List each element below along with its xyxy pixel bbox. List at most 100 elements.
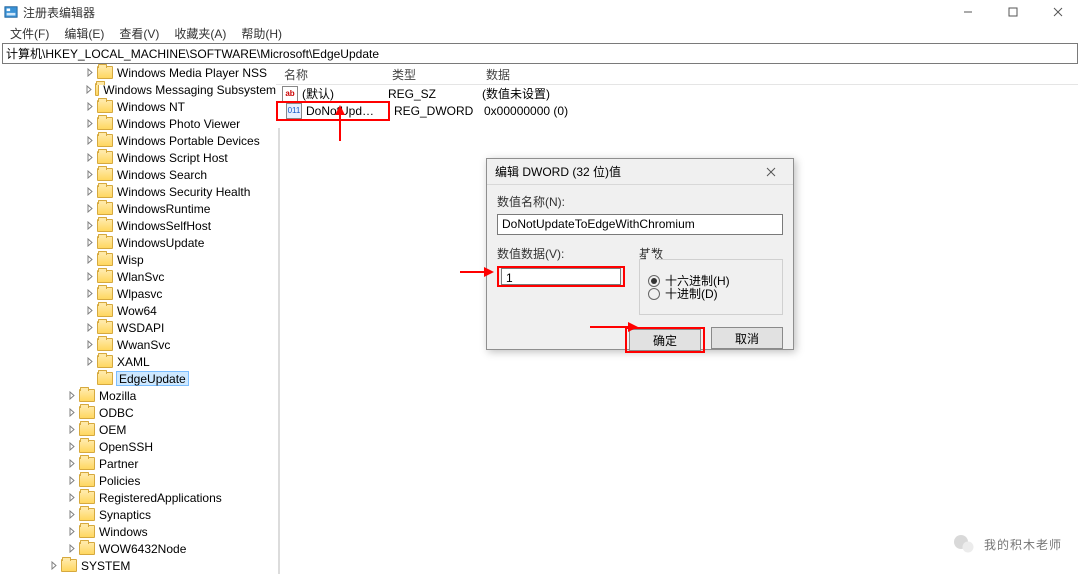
tree-item[interactable]: WwanSvc (2, 336, 276, 353)
tree-item[interactable]: WindowsRuntime (2, 200, 276, 217)
chevron-right-icon[interactable] (84, 203, 95, 214)
tree-item[interactable]: XAML (2, 353, 276, 370)
minimize-button[interactable] (945, 0, 990, 24)
tree-item[interactable]: Wlpasvc (2, 285, 276, 302)
chevron-right-icon[interactable] (66, 390, 77, 401)
tree-item[interactable]: Windows Script Host (2, 149, 276, 166)
tree-item[interactable]: Windows Security Health (2, 183, 276, 200)
value-data-input[interactable]: 1 (501, 268, 621, 285)
tree-item[interactable]: Windows Photo Viewer (2, 115, 276, 132)
chevron-right-icon[interactable] (84, 288, 95, 299)
chevron-right-icon[interactable] (66, 407, 77, 418)
tree-item[interactable]: Windows (2, 523, 276, 540)
tree-item[interactable]: WOW6432Node (2, 540, 276, 557)
tree-item[interactable]: WindowsSelfHost (2, 217, 276, 234)
tree-item[interactable]: Policies (2, 472, 276, 489)
chevron-right-icon[interactable] (84, 339, 95, 350)
tree-item[interactable]: SYSTEM (2, 557, 276, 574)
chevron-right-icon[interactable] (84, 67, 95, 78)
tree-item[interactable]: Partner (2, 455, 276, 472)
menu-help[interactable]: 帮助(H) (235, 24, 288, 43)
chevron-right-icon[interactable] (84, 186, 95, 197)
window-controls (945, 0, 1080, 24)
tree-item[interactable]: Windows Search (2, 166, 276, 183)
tree-item[interactable]: Synaptics (2, 506, 276, 523)
list-header-name[interactable]: 名称 (276, 63, 384, 86)
tree-item[interactable]: ODBC (2, 404, 276, 421)
tree-item-label: Windows Portable Devices (116, 134, 260, 148)
chevron-right-icon[interactable] (66, 424, 77, 435)
list-header-type[interactable]: 类型 (384, 63, 478, 86)
tree-item-label: WwanSvc (116, 338, 170, 352)
tree-item[interactable]: WlanSvc (2, 268, 276, 285)
list-header-data[interactable]: 数据 (478, 63, 518, 86)
maximize-button[interactable] (990, 0, 1035, 24)
tree-item[interactable]: EdgeUpdate (2, 370, 276, 387)
tree-item[interactable]: Windows Messaging Subsystem (2, 81, 276, 98)
chevron-right-icon[interactable] (84, 152, 95, 163)
radio-dec[interactable]: 十进制(D) (648, 285, 774, 302)
tree-item[interactable]: Mozilla (2, 387, 276, 404)
tree-item[interactable]: Windows Portable Devices (2, 132, 276, 149)
chevron-right-icon[interactable] (84, 254, 95, 265)
tree-item[interactable]: Windows NT (2, 98, 276, 115)
menu-edit[interactable]: 编辑(E) (58, 24, 110, 43)
chevron-right-icon[interactable] (66, 543, 77, 554)
chevron-right-icon[interactable] (48, 560, 59, 571)
tree-item[interactable]: Wisp (2, 251, 276, 268)
address-bar[interactable]: 计算机\HKEY_LOCAL_MACHINE\SOFTWARE\Microsof… (2, 43, 1078, 64)
chevron-right-icon[interactable] (84, 373, 95, 384)
tree-item[interactable]: OEM (2, 421, 276, 438)
chevron-right-icon[interactable] (84, 169, 95, 180)
folder-icon (79, 440, 95, 453)
chevron-right-icon[interactable] (66, 509, 77, 520)
tree-view[interactable]: Windows Media Player NSSWindows Messagin… (2, 64, 276, 574)
tree-item-label: WindowsSelfHost (116, 219, 211, 233)
chevron-right-icon[interactable] (84, 220, 95, 231)
tree-item-label: XAML (116, 355, 150, 369)
reg-sz-icon: ab (282, 86, 298, 102)
folder-icon (79, 474, 95, 487)
chevron-right-icon[interactable] (84, 118, 95, 129)
chevron-right-icon[interactable] (84, 271, 95, 282)
tree-item[interactable]: OpenSSH (2, 438, 276, 455)
title-bar: 注册表编辑器 (0, 0, 1080, 24)
chevron-right-icon[interactable] (66, 458, 77, 469)
value-name-input[interactable]: DoNotUpdateToEdgeWithChromium (497, 214, 783, 235)
folder-icon (79, 508, 95, 521)
chevron-right-icon[interactable] (66, 526, 77, 537)
watermark: 我的积木老师 (952, 532, 1062, 556)
chevron-right-icon[interactable] (66, 475, 77, 486)
folder-icon (61, 559, 77, 572)
tree-item[interactable]: Windows Media Player NSS (2, 64, 276, 81)
menu-file[interactable]: 文件(F) (4, 24, 55, 43)
folder-icon (79, 525, 95, 538)
annotation-arrow-up-icon (333, 105, 347, 144)
chevron-right-icon[interactable] (84, 322, 95, 333)
chevron-right-icon[interactable] (84, 356, 95, 367)
tree-item-label: Mozilla (98, 389, 136, 403)
splitter[interactable] (278, 128, 280, 574)
list-row[interactable]: ab (默认) REG_SZ (数值未设置) (276, 85, 1078, 102)
chevron-right-icon[interactable] (84, 305, 95, 316)
tree-item[interactable]: WSDAPI (2, 319, 276, 336)
dialog-close-button[interactable] (755, 167, 793, 177)
chevron-right-icon[interactable] (84, 84, 93, 95)
tree-item[interactable]: RegisteredApplications (2, 489, 276, 506)
chevron-right-icon[interactable] (84, 101, 95, 112)
menu-favorites[interactable]: 收藏夹(A) (168, 24, 232, 43)
close-button[interactable] (1035, 0, 1080, 24)
list-row[interactable]: 011 DoNotUpdate... REG_DWORD 0x00000000 … (276, 102, 1078, 119)
chevron-right-icon[interactable] (66, 441, 77, 452)
menu-view[interactable]: 查看(V) (113, 24, 165, 43)
folder-icon (97, 321, 113, 334)
tree-item[interactable]: Wow64 (2, 302, 276, 319)
chevron-right-icon[interactable] (84, 135, 95, 146)
chevron-right-icon[interactable] (84, 237, 95, 248)
cancel-button[interactable]: 取消 (711, 327, 783, 349)
annotation-arrow-right-icon (590, 320, 638, 337)
dialog-title-bar[interactable]: 编辑 DWORD (32 位)值 (487, 159, 793, 185)
ok-button[interactable]: 确定 (629, 329, 701, 351)
chevron-right-icon[interactable] (66, 492, 77, 503)
tree-item[interactable]: WindowsUpdate (2, 234, 276, 251)
